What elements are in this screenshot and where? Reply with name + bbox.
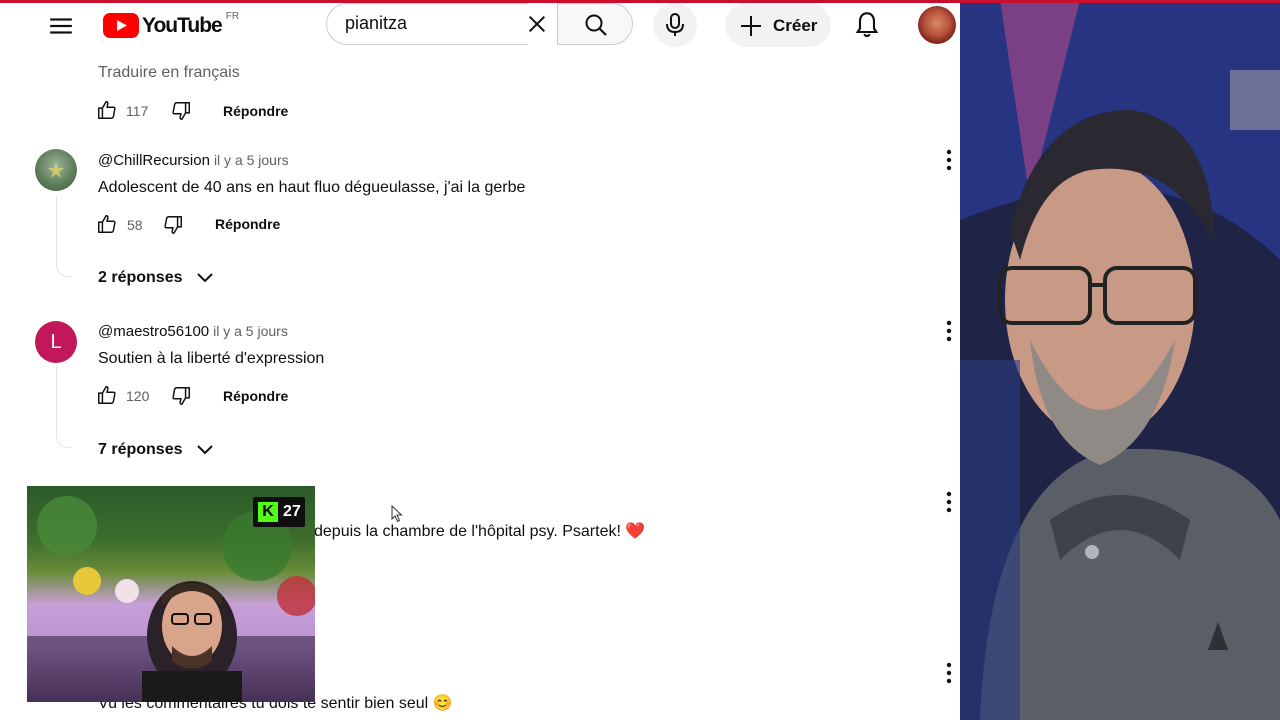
replies-toggle[interactable]: 7 réponses	[98, 441, 214, 459]
kick-viewer-count: 27	[283, 503, 301, 520]
reply-button[interactable]: Répondre	[215, 216, 280, 232]
streamer-main-webcam	[960, 0, 1280, 720]
create-label: Créer	[773, 16, 818, 35]
comment-text: Adolescent de 40 ans en haut fluo dégueu…	[98, 179, 526, 196]
notifications-bell-icon[interactable]	[853, 11, 881, 39]
thread-line	[56, 367, 71, 448]
thumbs-down-icon[interactable]	[170, 100, 192, 122]
replies-toggle[interactable]: 2 réponses	[98, 269, 214, 287]
search-box	[326, 3, 528, 45]
comment-time[interactable]: il y a 5 jours	[213, 323, 288, 339]
thumbs-down-icon[interactable]	[170, 385, 192, 407]
thumbs-up-icon[interactable]	[96, 213, 118, 235]
youtube-logo-text: YouTube	[142, 13, 223, 37]
kick-logo-icon: K	[258, 502, 278, 522]
commenter-avatar[interactable]	[35, 149, 77, 191]
replies-label: 7 réponses	[98, 441, 183, 458]
mouse-cursor-icon	[391, 505, 403, 523]
chevron-down-icon	[197, 445, 214, 455]
search-button[interactable]	[557, 3, 633, 45]
replies-label: 2 réponses	[98, 269, 183, 286]
plus-icon	[741, 16, 761, 36]
comment-text: depuis la chambre de l'hôpital psy. Psar…	[314, 523, 646, 540]
microphone-icon	[666, 13, 684, 36]
top-red-border	[0, 0, 1280, 3]
translate-button[interactable]: Traduire en français	[98, 64, 240, 82]
like-count: 58	[127, 217, 143, 233]
clear-search-icon[interactable]	[526, 13, 548, 35]
youtube-play-logo-icon	[103, 13, 139, 38]
streamer-camera-illustration	[960, 0, 1280, 720]
more-actions-icon[interactable]	[945, 491, 953, 513]
reply-button[interactable]: Répondre	[223, 103, 288, 119]
youtube-header: YouTube FR Créer	[16, 0, 960, 52]
author-name[interactable]: @ChillRecursion	[98, 152, 210, 169]
thumbs-up-icon[interactable]	[96, 384, 118, 406]
author-name[interactable]: @maestro56100	[98, 323, 209, 340]
country-code: FR	[225, 11, 240, 22]
comment-time[interactable]: il y a 5 jours	[214, 152, 289, 168]
comment-author[interactable]: @maestro56100 il y a 5 jours	[98, 323, 288, 340]
search-icon	[585, 14, 607, 36]
thumbs-up-icon[interactable]	[96, 99, 118, 121]
like-count: 117	[126, 103, 149, 119]
thread-line	[56, 196, 71, 277]
like-count: 120	[126, 388, 150, 404]
avatar-star-icon	[48, 162, 64, 178]
create-button[interactable]: Créer	[725, 3, 831, 47]
thumbs-down-icon[interactable]	[162, 214, 184, 236]
chevron-down-icon	[197, 273, 214, 283]
reply-button[interactable]: Répondre	[223, 388, 288, 404]
comment-text: Soutien à la liberté d'expression	[98, 350, 325, 367]
hamburger-menu-icon[interactable]	[48, 13, 74, 39]
account-avatar[interactable]	[918, 6, 956, 44]
commenter-avatar[interactable]: L	[35, 321, 77, 363]
youtube-logo[interactable]: YouTube FR	[103, 11, 240, 38]
avatar-letter: L	[50, 330, 62, 353]
search-input[interactable]	[345, 13, 495, 34]
voice-search-button[interactable]	[653, 3, 697, 47]
more-actions-icon[interactable]	[945, 320, 953, 342]
comment-author[interactable]: @ChillRecursion il y a 5 jours	[98, 152, 289, 169]
more-actions-icon[interactable]	[945, 149, 953, 171]
kick-viewer-badge: K 27	[253, 497, 305, 527]
more-actions-icon[interactable]	[945, 662, 953, 684]
